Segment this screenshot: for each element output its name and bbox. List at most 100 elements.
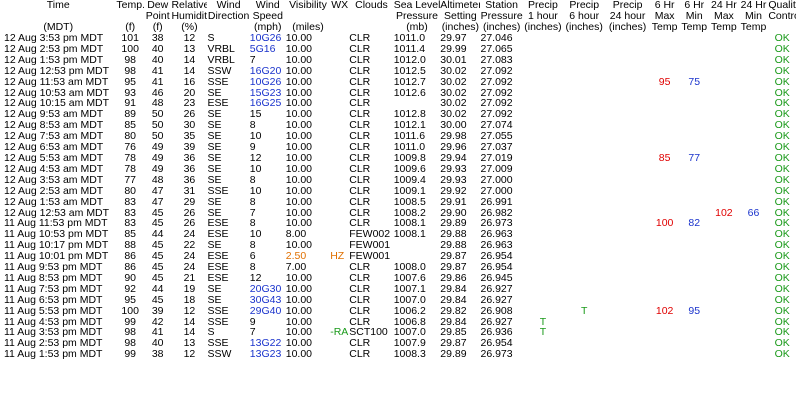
table-cell [605,284,649,295]
table-cell [563,317,605,328]
table-cell [523,306,563,317]
table-cell [563,327,605,338]
table-cell: 26.927 [480,294,513,306]
table-cell: 10.00 [285,338,313,350]
table-cell [679,338,709,349]
table-cell: 26.927 [480,316,513,328]
table-cell: 12 Aug 9:53 am MDT [4,109,104,121]
table-cell [563,77,605,88]
table-cell: 85 [124,120,137,132]
table-row[interactable]: 11 Aug 2:53 pm MDT 98 40 13 SSE 13G22 10.00 CLR… [0,338,796,349]
table-cell [650,251,680,262]
table-cell: 27.074 [480,120,513,132]
table-cell: 5G16 [249,43,276,55]
table-cell [563,98,605,109]
table-cell: 14 [183,316,196,328]
table-cell: T [539,327,547,339]
column-header: Humidity [171,11,208,22]
table-cell [739,33,769,44]
table-row[interactable]: 11 Aug 8:53 pm MDT 90 45 21 ESE 12 10.00 CLR 100… [0,273,796,284]
table-cell [709,33,739,44]
table-cell [679,349,709,360]
table-row[interactable]: 11 Aug 9:53 pm MDT 86 45 24 ESE 8 7.00 CLR 1008.… [0,262,796,273]
table-row[interactable]: 12 Aug 12:53 pm MDT 98 41 14 SSW 16G20 10.00 CL… [0,66,796,77]
column-header: (f) [125,22,136,33]
table-row[interactable]: 11 Aug 7:53 pm MDT 92 44 19 SE 20G30 10.00 CLR 1… [0,284,796,295]
table-cell: 47 [151,196,164,208]
table-cell: 42 [151,316,164,328]
table-cell [650,317,680,328]
table-row[interactable]: 11 Aug 3:53 pm MDT 98 41 14 S 7 10.00 -RA SCT100… [0,327,796,338]
table-row[interactable]: 11 Aug 10:01 pm MDT 86 45 24 ESE 6 2.50 HZ FEW00… [0,251,796,262]
table-row[interactable]: 12 Aug 5:53 am MDT 78 49 36 SE 12 10.00 CLR 1009… [0,153,796,164]
table-cell [523,120,563,131]
table-cell: 49 [151,163,164,175]
table-row[interactable]: 11 Aug 10:17 pm MDT 88 45 22 SE 8 10.00 FEW001 2… [0,240,796,251]
table-row[interactable]: 12 Aug 10:53 am MDT 93 46 20 SE 15G23 10.00 CLR… [0,88,796,99]
table-cell: SSE [207,338,229,350]
table-cell [563,120,605,131]
table-cell [563,197,605,208]
table-cell [679,186,709,197]
table-cell [679,317,709,328]
column-header [207,22,249,33]
table-row[interactable]: 12 Aug 1:53 am MDT 83 47 29 SE 8 10.00 CLR 1008.… [0,197,796,208]
table-row[interactable]: 12 Aug 4:53 am MDT 78 49 36 SE 10 10.00 CLR 1009… [0,164,796,175]
table-cell: 1012.1 [393,120,426,132]
table-cell: 31 [183,185,196,197]
table-cell [523,142,563,153]
table-cell: 1012.5 [393,65,426,77]
table-row[interactable]: 11 Aug 5:53 pm MDT 100 39 12 SSE 29G40 10.00 CL… [0,306,796,317]
table-row[interactable]: 12 Aug 3:53 am MDT 77 48 36 SE 8 10.00 CLR 1009.… [0,175,796,186]
table-row[interactable]: 12 Aug 2:53 am MDT 80 47 31 SSE 10 10.00 CLR 100… [0,186,796,197]
table-cell: OK [774,174,790,186]
table-cell: 10.00 [285,305,313,317]
table-cell [563,251,605,262]
column-header: Sea Level [393,0,441,11]
column-header [0,11,116,22]
table-cell [330,120,349,131]
table-row[interactable]: 12 Aug 10:15 am MDT 91 48 23 ESE 16G25 10.00 CL… [0,98,796,109]
table-cell: 30.02 [440,76,467,88]
table-row[interactable]: 11 Aug 11:53 pm MDT 83 45 26 ESE 8 10.00 CLR 100… [0,218,796,229]
table-cell: 27.037 [480,142,513,153]
table-cell [650,88,680,99]
header-row-2: PointHumidityDirectionSpeedPressureSetti… [0,11,796,22]
table-row[interactable]: 12 Aug 6:53 am MDT 76 49 39 SE 9 10.00 CLR 1011.… [0,142,796,153]
table-row[interactable]: 12 Aug 2:53 pm MDT 100 40 13 VRBL 5G16 10.00 CL… [0,44,796,55]
table-cell: 10.00 [285,131,313,143]
table-row[interactable]: 11 Aug 4:53 pm MDT 99 42 14 SSE 9 10.00 CLR 1006… [0,317,796,328]
table-cell: CLR [349,316,371,328]
table-row[interactable]: 12 Aug 11:53 am MDT 95 41 16 SSE 10G26 10.00 CL… [0,77,796,88]
table-cell [739,229,769,240]
table-row[interactable]: 11 Aug 6:53 pm MDT 95 45 18 SE 30G43 10.00 CLR 1… [0,295,796,306]
table-cell [739,175,769,186]
table-cell: 38 [151,349,164,361]
table-row[interactable]: 11 Aug 10:53 pm MDT 85 44 24 ESE 10 8.00 FEW002… [0,229,796,240]
table-row[interactable]: 12 Aug 7:53 am MDT 80 50 35 SE 10 10.00 CLR 1011… [0,131,796,142]
table-row[interactable]: 12 Aug 1:53 pm MDT 98 40 14 VRBL 7 10.00 CLR 101… [0,55,796,66]
table-row[interactable]: 12 Aug 3:53 pm MDT 101 38 12 S 10G26 10.00 CLR 1… [0,33,796,44]
table-cell [330,131,349,142]
table-cell [709,284,739,295]
table-cell: 98 [124,54,137,66]
table-cell: 29.87 [440,251,467,263]
table-cell [709,153,739,164]
table-row[interactable]: 12 Aug 12:53 am MDT 83 45 26 SE 7 10.00 CLR 1008… [0,208,796,219]
table-cell [523,349,563,360]
table-row[interactable]: 11 Aug 1:53 pm MDT 99 38 12 SSW 13G23 10.00 CLR… [0,349,796,360]
table-cell: OK [774,152,790,164]
table-cell: 91 [124,98,137,110]
table-cell: SE [207,207,222,219]
table-cell: OK [774,327,790,339]
table-cell [709,317,739,328]
table-row[interactable]: 12 Aug 8:53 am MDT 85 50 30 SE 8 10.00 CLR 1012.… [0,120,796,131]
table-cell: CLR [349,185,371,197]
table-cell [394,251,441,262]
table-row[interactable]: 12 Aug 9:53 am MDT 89 50 26 SE 15 10.00 CLR 1012… [0,109,796,120]
column-header: (inches) [608,22,647,33]
table-cell [605,153,649,164]
table-cell: 93 [124,87,137,99]
table-cell [650,284,680,295]
column-header [330,11,349,22]
